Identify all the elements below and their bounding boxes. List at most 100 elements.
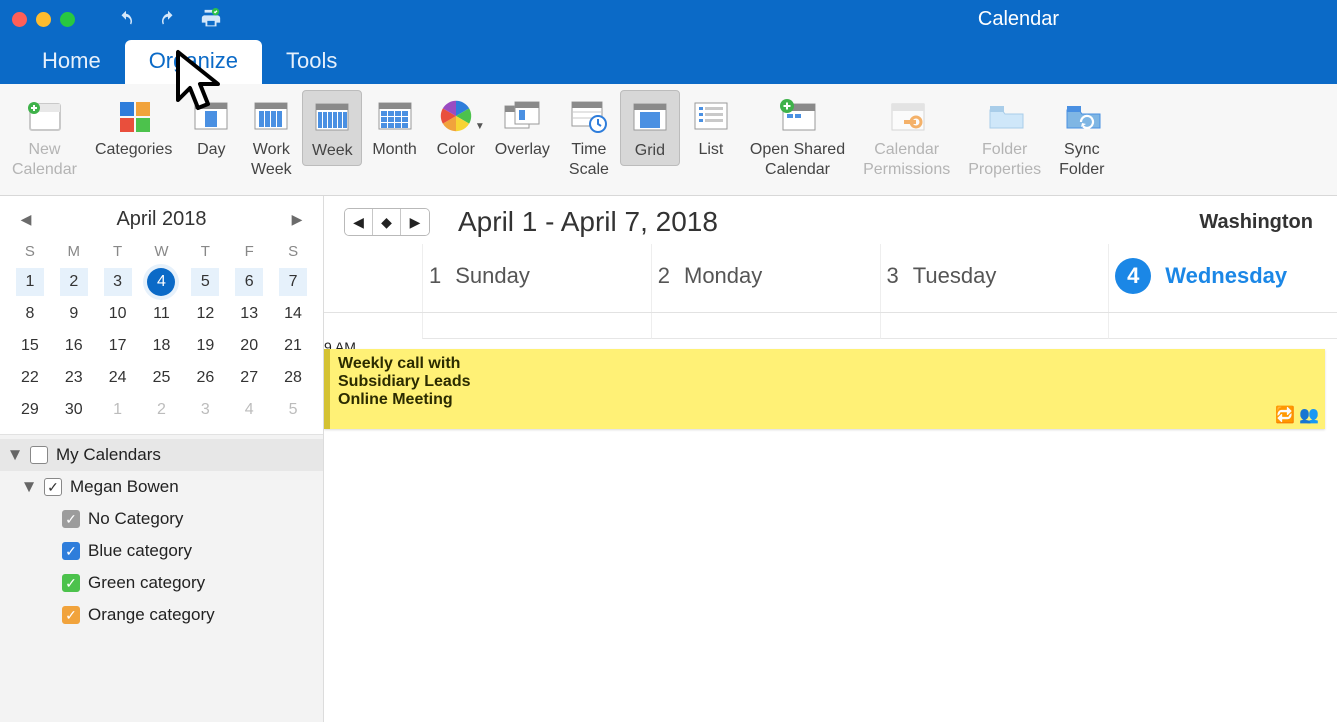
owner-checkbox[interactable]	[44, 478, 62, 496]
calendar-permissions-button[interactable]: Calendar Permissions	[855, 90, 958, 184]
mini-cal-day[interactable]: 24	[104, 364, 132, 392]
week-today-button[interactable]: ◆	[373, 209, 401, 235]
fullscreen-window-button[interactable]	[60, 12, 75, 27]
mini-cal-day[interactable]: 25	[147, 364, 175, 392]
category-row[interactable]: No Category	[0, 503, 323, 535]
mini-cal-day[interactable]: 26	[191, 364, 219, 392]
allday-cell[interactable]	[651, 313, 880, 339]
category-label: Blue category	[88, 541, 192, 561]
mini-cal-day[interactable]: 10	[104, 300, 132, 328]
my-calendars-checkbox[interactable]	[30, 446, 48, 464]
allday-cell[interactable]	[1108, 313, 1337, 339]
week-next-button[interactable]: ▶	[401, 209, 429, 235]
disclosure-triangle-icon[interactable]: ▼	[8, 445, 22, 465]
mini-cal-day[interactable]: 1	[104, 396, 132, 424]
overlay-button[interactable]: Overlay	[487, 90, 558, 164]
calendar-event[interactable]: Weekly call withSubsidiary LeadsOnline M…	[324, 349, 1325, 429]
mini-cal-day[interactable]: 13	[235, 300, 263, 328]
mini-cal-day[interactable]: 21	[279, 332, 307, 360]
mini-cal-day[interactable]: 4	[147, 268, 175, 296]
mini-cal-day[interactable]: 14	[279, 300, 307, 328]
category-label: Green category	[88, 573, 205, 593]
mini-cal-day[interactable]: 12	[191, 300, 219, 328]
mini-cal-day[interactable]: 6	[235, 268, 263, 296]
color-wheel-icon: ▼	[435, 94, 477, 138]
folder-properties-button[interactable]: Folder Properties	[960, 90, 1049, 184]
mini-cal-day[interactable]: 15	[16, 332, 44, 360]
mini-cal-day[interactable]: 5	[191, 268, 219, 296]
mini-cal-day[interactable]: 20	[235, 332, 263, 360]
window-title: Calendar	[978, 8, 1059, 31]
tab-tools[interactable]: Tools	[262, 40, 361, 84]
categories-button[interactable]: Categories	[87, 90, 180, 164]
mini-cal-day[interactable]: 8	[16, 300, 44, 328]
redo-icon[interactable]	[157, 10, 179, 28]
undo-icon[interactable]	[115, 10, 137, 28]
mini-cal-day[interactable]: 2	[60, 268, 88, 296]
sync-folder-icon	[1061, 94, 1103, 138]
mini-cal-day[interactable]: 16	[60, 332, 88, 360]
category-checkbox[interactable]	[62, 510, 80, 528]
week-view-button[interactable]: Week	[302, 90, 362, 166]
minimize-window-button[interactable]	[36, 12, 51, 27]
day-column-header[interactable]: 3Tuesday	[880, 244, 1109, 312]
mini-cal-day[interactable]: 3	[104, 268, 132, 296]
day-name: Wednesday	[1165, 263, 1287, 289]
mini-cal-day[interactable]: 3	[191, 396, 219, 424]
disclosure-triangle-icon[interactable]: ▼	[22, 477, 36, 497]
print-icon[interactable]	[199, 8, 223, 30]
dropdown-arrow-icon: ▼	[475, 121, 485, 132]
category-checkbox[interactable]	[62, 606, 80, 624]
open-shared-calendar-button[interactable]: Open Shared Calendar	[742, 90, 853, 184]
mini-cal-day[interactable]: 11	[147, 300, 175, 328]
time-slot[interactable]: Weekly call withSubsidiary LeadsOnline M…	[880, 355, 1109, 371]
day-column-header[interactable]: 1Sunday	[422, 244, 651, 312]
category-checkbox[interactable]	[62, 542, 80, 560]
owner-label: Megan Bowen	[70, 477, 179, 497]
mini-cal-day[interactable]: 29	[16, 396, 44, 424]
mini-cal-day[interactable]: 30	[60, 396, 88, 424]
category-row[interactable]: Orange category	[0, 599, 323, 631]
mini-cal-day[interactable]: 22	[16, 364, 44, 392]
new-calendar-button[interactable]: New Calendar	[4, 90, 85, 184]
week-prev-button[interactable]: ◀	[345, 209, 373, 235]
mini-cal-day[interactable]: 23	[60, 364, 88, 392]
grid-view-button[interactable]: Grid	[620, 90, 680, 166]
category-checkbox[interactable]	[62, 574, 80, 592]
time-scale-button[interactable]: Time Scale	[560, 90, 618, 184]
day-column-header[interactable]: 2Monday	[651, 244, 880, 312]
mini-cal-prev-button[interactable]: ◀	[16, 210, 36, 230]
tab-organize[interactable]: Organize	[125, 40, 262, 84]
calendar-list-header[interactable]: ▼ My Calendars	[0, 439, 323, 471]
list-view-button[interactable]: List	[682, 90, 740, 164]
day-number: 1	[429, 263, 441, 289]
allday-cell[interactable]	[880, 313, 1109, 339]
month-view-icon	[374, 94, 416, 138]
tab-home[interactable]: Home	[18, 40, 125, 84]
mini-cal-day[interactable]: 27	[235, 364, 263, 392]
day-view-button[interactable]: Day	[182, 90, 240, 164]
mini-cal-day[interactable]: 9	[60, 300, 88, 328]
mini-cal-day[interactable]: 17	[104, 332, 132, 360]
color-button[interactable]: ▼ Color	[427, 90, 485, 164]
mini-cal-dow: S	[8, 239, 52, 264]
mini-cal-day[interactable]: 5	[279, 396, 307, 424]
month-view-button[interactable]: Month	[364, 90, 424, 164]
mini-cal-day[interactable]: 7	[279, 268, 307, 296]
mini-cal-day[interactable]: 19	[191, 332, 219, 360]
work-week-view-button[interactable]: Work Week	[242, 90, 300, 184]
allday-cell[interactable]	[422, 313, 651, 339]
mini-cal-day[interactable]: 18	[147, 332, 175, 360]
sync-folder-button[interactable]: Sync Folder	[1051, 90, 1112, 184]
mini-cal-day[interactable]: 1	[16, 268, 44, 296]
mini-cal-day[interactable]: 4	[235, 396, 263, 424]
mini-cal-day[interactable]: 28	[279, 364, 307, 392]
category-row[interactable]: Green category	[0, 567, 323, 599]
category-row[interactable]: Blue category	[0, 535, 323, 567]
window-controls	[12, 12, 75, 27]
day-column-header[interactable]: 4Wednesday	[1108, 244, 1337, 312]
mini-cal-day[interactable]: 2	[147, 396, 175, 424]
mini-cal-next-button[interactable]: ▶	[287, 210, 307, 230]
close-window-button[interactable]	[12, 12, 27, 27]
calendar-owner-row[interactable]: ▼ Megan Bowen	[0, 471, 323, 503]
